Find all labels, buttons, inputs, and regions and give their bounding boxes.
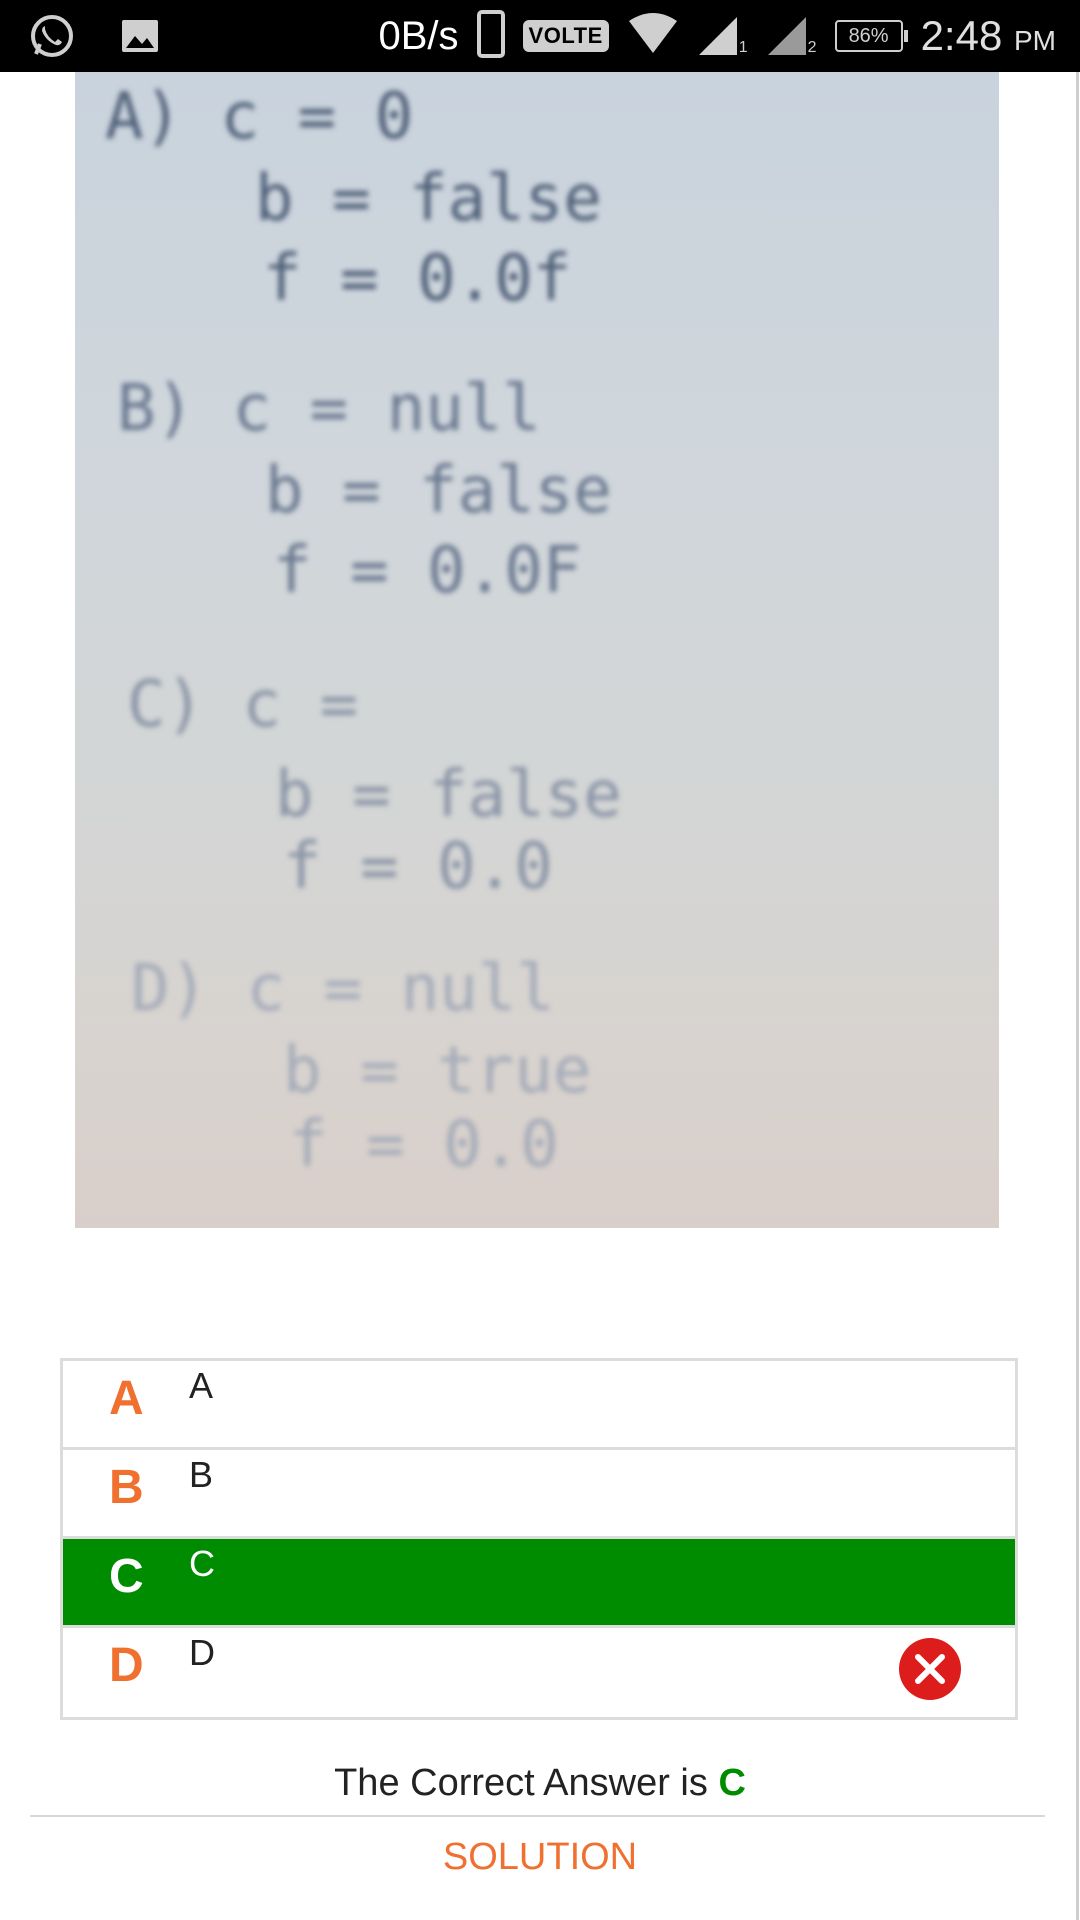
- code-line: A) c = 0: [105, 80, 414, 154]
- option-letter: A: [109, 1372, 144, 1425]
- option-letter: C: [109, 1550, 144, 1603]
- signal-icon: 1: [697, 15, 748, 57]
- network-speed: 0B/s: [378, 13, 459, 58]
- code-line: b = false: [255, 162, 602, 236]
- sim1-label: 1: [738, 39, 748, 56]
- option-text: D: [189, 1632, 215, 1673]
- code-line: B) c = null: [117, 372, 541, 446]
- code-line: D) c = null: [131, 952, 555, 1026]
- option-letter: B: [109, 1461, 144, 1514]
- wrong-answer-icon: [899, 1638, 961, 1700]
- option-d[interactable]: D D: [63, 1625, 1015, 1716]
- battery-level: 86%: [848, 24, 889, 47]
- divider: [30, 1815, 1045, 1817]
- option-text: B: [189, 1454, 214, 1495]
- code-line: f = 0.0: [283, 830, 553, 904]
- battery-icon: 86%: [834, 20, 908, 52]
- clock: 2:48 PM: [921, 12, 1056, 60]
- option-letter: D: [109, 1639, 144, 1692]
- clock-ampm: PM: [1014, 25, 1056, 56]
- status-bar: 0B/s VOLTE 1 2 86% 2:48 PM: [0, 0, 1080, 72]
- phone-icon: [476, 9, 505, 63]
- correct-answer-prefix: The Correct Answer is: [334, 1762, 708, 1804]
- solution-button[interactable]: SOLUTION: [0, 1836, 1080, 1879]
- option-c-correct[interactable]: C C: [63, 1536, 1015, 1627]
- option-a[interactable]: A A: [63, 1361, 1015, 1449]
- code-line: b = false: [265, 454, 612, 528]
- option-text: C: [189, 1543, 215, 1584]
- option-b[interactable]: B B: [63, 1447, 1015, 1538]
- whatsapp-icon: [28, 12, 76, 65]
- correct-answer-letter: C: [718, 1762, 746, 1804]
- wifi-icon: [627, 12, 679, 60]
- correct-answer-text: The Correct Answer is C: [0, 1762, 1080, 1805]
- options-list: A A B B C C D D: [60, 1358, 1018, 1720]
- clock-time: 2:48: [920, 12, 1003, 59]
- code-line: b = true: [283, 1034, 592, 1108]
- question-image: A) c = 0 b = false f = 0.0f B) c = null …: [75, 72, 999, 1228]
- sim2-label: 2: [807, 39, 817, 56]
- signal-icon-2: 2: [766, 15, 817, 57]
- volte-badge: VOLTE: [522, 20, 609, 52]
- option-text: A: [189, 1365, 214, 1406]
- scroll-edge: [1076, 72, 1079, 1920]
- code-line: f = 0.0F: [273, 534, 582, 608]
- gallery-icon: [120, 16, 160, 61]
- code-line: b = false: [275, 758, 622, 832]
- code-line: f = 0.0f: [263, 242, 572, 316]
- code-line: f = 0.0: [289, 1108, 559, 1182]
- code-line: C) c =: [127, 668, 359, 742]
